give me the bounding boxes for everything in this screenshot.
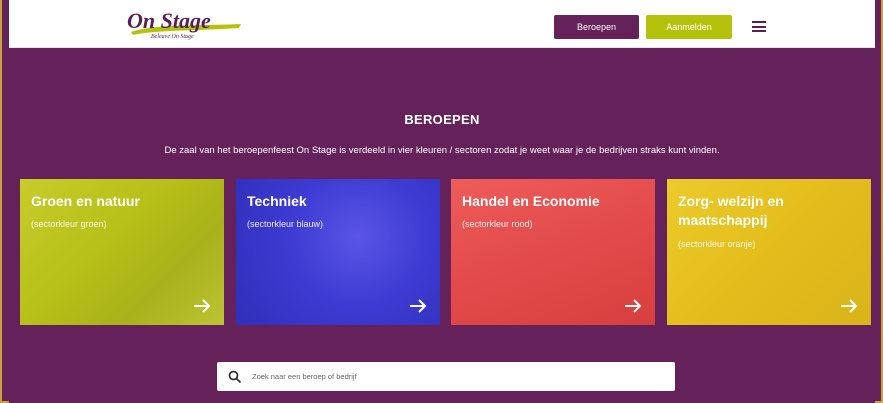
arrow-right-icon [410, 299, 427, 313]
card-title: Techniek [247, 193, 307, 209]
card-title: Handel en Economie [462, 193, 600, 209]
search-input[interactable] [252, 366, 675, 387]
hamburger-line [752, 21, 766, 23]
card-title: Groen en natuur [31, 193, 140, 209]
card-handel-en-economie[interactable]: Handel en Economie (sectorkleur rood) [451, 179, 655, 325]
on-stage-logo[interactable]: On Stage Beleave On Stage [113, 4, 243, 44]
intro-text: De zaal van het beroepenfeest On Stage i… [164, 145, 720, 156]
arrow-right-icon [625, 299, 642, 313]
main-content: BEROEPEN De zaal van het beroepenfeest O… [9, 48, 875, 403]
hamburger-line [752, 30, 766, 32]
search-icon[interactable] [228, 370, 242, 384]
arrow-right-icon [194, 299, 211, 313]
card-subtitle: (sectorkleur groen) [31, 219, 107, 229]
top-navigation-bar: On Stage Beleave On Stage Beroepen Aanme… [9, 0, 875, 48]
card-title: Zorg- welzijn en maatschappij [678, 193, 784, 228]
card-subtitle: (sectorkleur oranje) [678, 239, 756, 249]
svg-text:On Stage: On Stage [127, 8, 211, 33]
hamburger-line [752, 25, 766, 28]
card-subtitle: (sectorkleur blauw) [247, 219, 324, 229]
card-zorg-welzijn-en-maatschappij[interactable]: Zorg- welzijn en maatschappij (sectorkle… [667, 179, 871, 325]
search-bar [217, 362, 675, 391]
logo-subtitle: Beleave On Stage [151, 34, 194, 40]
card-groen-en-natuur[interactable]: Groen en natuur (sectorkleur groen) [20, 179, 224, 325]
beroepen-button[interactable]: Beroepen [554, 15, 639, 39]
aanmelden-button[interactable]: Aanmelden [646, 15, 732, 39]
arrow-right-icon [841, 299, 858, 313]
card-subtitle: (sectorkleur rood) [462, 219, 533, 229]
hamburger-icon[interactable] [752, 21, 766, 32]
page-title: BEROEPEN [404, 112, 480, 127]
card-techniek[interactable]: Techniek (sectorkleur blauw) [236, 179, 440, 325]
